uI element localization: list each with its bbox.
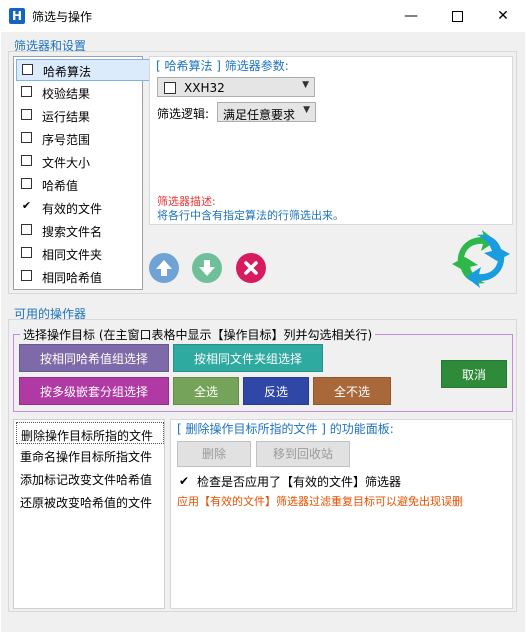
operators-list: 删除操作目标所指的文件 重命名操作目标所指文件 添加标记改变文件哈希值 还原被改… <box>13 419 165 609</box>
chevron-down-icon: ▼ <box>302 80 309 90</box>
maximize-icon <box>451 10 463 22</box>
filter-item-search-filename[interactable]: 搜索文件名 <box>16 220 150 242</box>
filter-item-run-result[interactable]: 运行结果 <box>16 105 150 127</box>
operator-item-rename[interactable]: 重命名操作目标所指文件 <box>16 444 164 466</box>
checkbox[interactable] <box>21 86 32 97</box>
chevron-down-icon: ▼ <box>303 105 310 115</box>
filter-item-check-result[interactable]: 校验结果 <box>16 82 150 104</box>
filter-item-hash-value[interactable]: 哈希值 <box>16 174 150 196</box>
operator-item-label: 重命名操作目标所指文件 <box>20 450 153 464</box>
delete-button[interactable]: 删除 <box>177 441 251 467</box>
checkbox[interactable] <box>21 178 32 189</box>
filter-item-label: 文件大小 <box>42 156 91 170</box>
app-icon: H <box>9 8 25 24</box>
apply-filter-button[interactable] <box>450 228 512 290</box>
operator-item-label: 还原被改变哈希值的文件 <box>20 496 153 510</box>
move-up-button[interactable] <box>149 253 179 283</box>
remove-filter-button[interactable] <box>236 253 266 283</box>
select-by-folder-button[interactable]: 按相同文件夹组选择 <box>173 344 323 372</box>
checkbox[interactable] <box>21 109 32 120</box>
valid-file-filter-checkbox[interactable]: ✔ <box>177 474 191 488</box>
warning-text: 应用【有效的文件】筛选器过滤重复目标可以避免出现误删 <box>177 495 463 508</box>
filter-item-same-hash[interactable]: 相同哈希值 <box>16 266 150 288</box>
checkbox[interactable] <box>21 270 32 281</box>
checkbox-checked[interactable]: ✔ <box>21 200 32 212</box>
filter-list: 哈希算法 校验结果 运行结果 序号范围 文件大小 哈希值 ✔ 有效的文件 搜索文… <box>13 56 150 290</box>
arrow-up-icon <box>156 260 172 276</box>
select-by-nested-group-button[interactable]: 按多级嵌套分组选择 <box>19 377 169 405</box>
logic-label: 筛选逻辑: <box>157 107 210 121</box>
algorithm-dropdown[interactable]: XXH32 ▼ <box>157 77 315 97</box>
filter-item-label: 哈希算法 <box>43 65 92 79</box>
operator-item-label: 添加标记改变文件哈希值 <box>20 473 153 487</box>
filter-item-label: 序号范围 <box>42 133 91 147</box>
description-text: 将各行中含有指定算法的行筛选出来。 <box>157 209 344 222</box>
filter-item-label: 校验结果 <box>42 87 91 101</box>
window-title: 筛选与操作 <box>32 10 93 24</box>
logic-dropdown[interactable]: 满足任意要求 ▼ <box>217 102 316 122</box>
select-all-button[interactable]: 全选 <box>173 377 239 405</box>
cancel-button[interactable]: 取消 <box>441 360 507 388</box>
close-icon <box>244 261 258 275</box>
arrow-down-icon <box>199 260 215 276</box>
checkbox[interactable] <box>21 247 32 258</box>
refresh-arrows-icon <box>452 230 510 288</box>
filter-item-label: 运行结果 <box>42 110 91 124</box>
maximize-button[interactable] <box>434 0 480 32</box>
filter-item-index-range[interactable]: 序号范围 <box>16 128 150 150</box>
close-button[interactable]: ✕ <box>480 0 526 32</box>
filter-item-label: 相同文件夹 <box>42 248 103 262</box>
filter-params-title: [ 哈希算法 ] 筛选器参数: <box>156 59 289 73</box>
filter-item-label: 哈希值 <box>42 179 79 193</box>
filter-item-label: 有效的文件 <box>42 202 103 216</box>
move-to-recycle-bin-button[interactable]: 移到回收站 <box>256 441 350 467</box>
checkbox[interactable] <box>21 132 32 143</box>
operator-item-label: 删除操作目标所指的文件 <box>21 429 154 443</box>
move-down-button[interactable] <box>192 253 222 283</box>
minimize-icon: — <box>404 8 418 24</box>
function-panel-title: [ 删除操作目标所指的文件 ] 的功能面板: <box>177 422 394 436</box>
operator-item-add-mark[interactable]: 添加标记改变文件哈希值 <box>16 467 164 489</box>
filter-item-valid-files[interactable]: ✔ 有效的文件 <box>16 197 150 219</box>
operator-item-delete[interactable]: 删除操作目标所指的文件 <box>16 422 164 444</box>
filter-item-label: 相同哈希值 <box>42 271 103 285</box>
filter-item-same-folder[interactable]: 相同文件夹 <box>16 243 150 265</box>
target-group-title: 选择操作目标 (在主窗口表格中显示【操作目标】列并勾选相关行) <box>20 326 376 343</box>
close-icon: ✕ <box>497 8 509 24</box>
select-by-hash-button[interactable]: 按相同哈希值组选择 <box>19 344 169 372</box>
title-bar: H 筛选与操作 — ✕ <box>0 0 526 32</box>
minimize-button[interactable]: — <box>388 0 434 32</box>
checkbox[interactable] <box>21 224 32 235</box>
select-none-button[interactable]: 全不选 <box>313 377 391 405</box>
checkbox[interactable] <box>22 64 33 75</box>
filter-item-hash-algorithm[interactable]: 哈希算法 <box>16 59 150 81</box>
invert-selection-button[interactable]: 反选 <box>243 377 309 405</box>
logic-value: 满足任意要求 <box>223 108 296 122</box>
algorithm-checkbox[interactable] <box>164 82 176 94</box>
operator-item-restore[interactable]: 还原被改变哈希值的文件 <box>16 490 164 512</box>
valid-file-filter-check-label: 检查是否应用了【有效的文件】筛选器 <box>197 475 402 489</box>
checkbox[interactable] <box>21 155 32 166</box>
filter-item-label: 搜索文件名 <box>42 225 103 239</box>
filter-item-file-size[interactable]: 文件大小 <box>16 151 150 173</box>
algorithm-label: XXH32 <box>184 81 225 95</box>
